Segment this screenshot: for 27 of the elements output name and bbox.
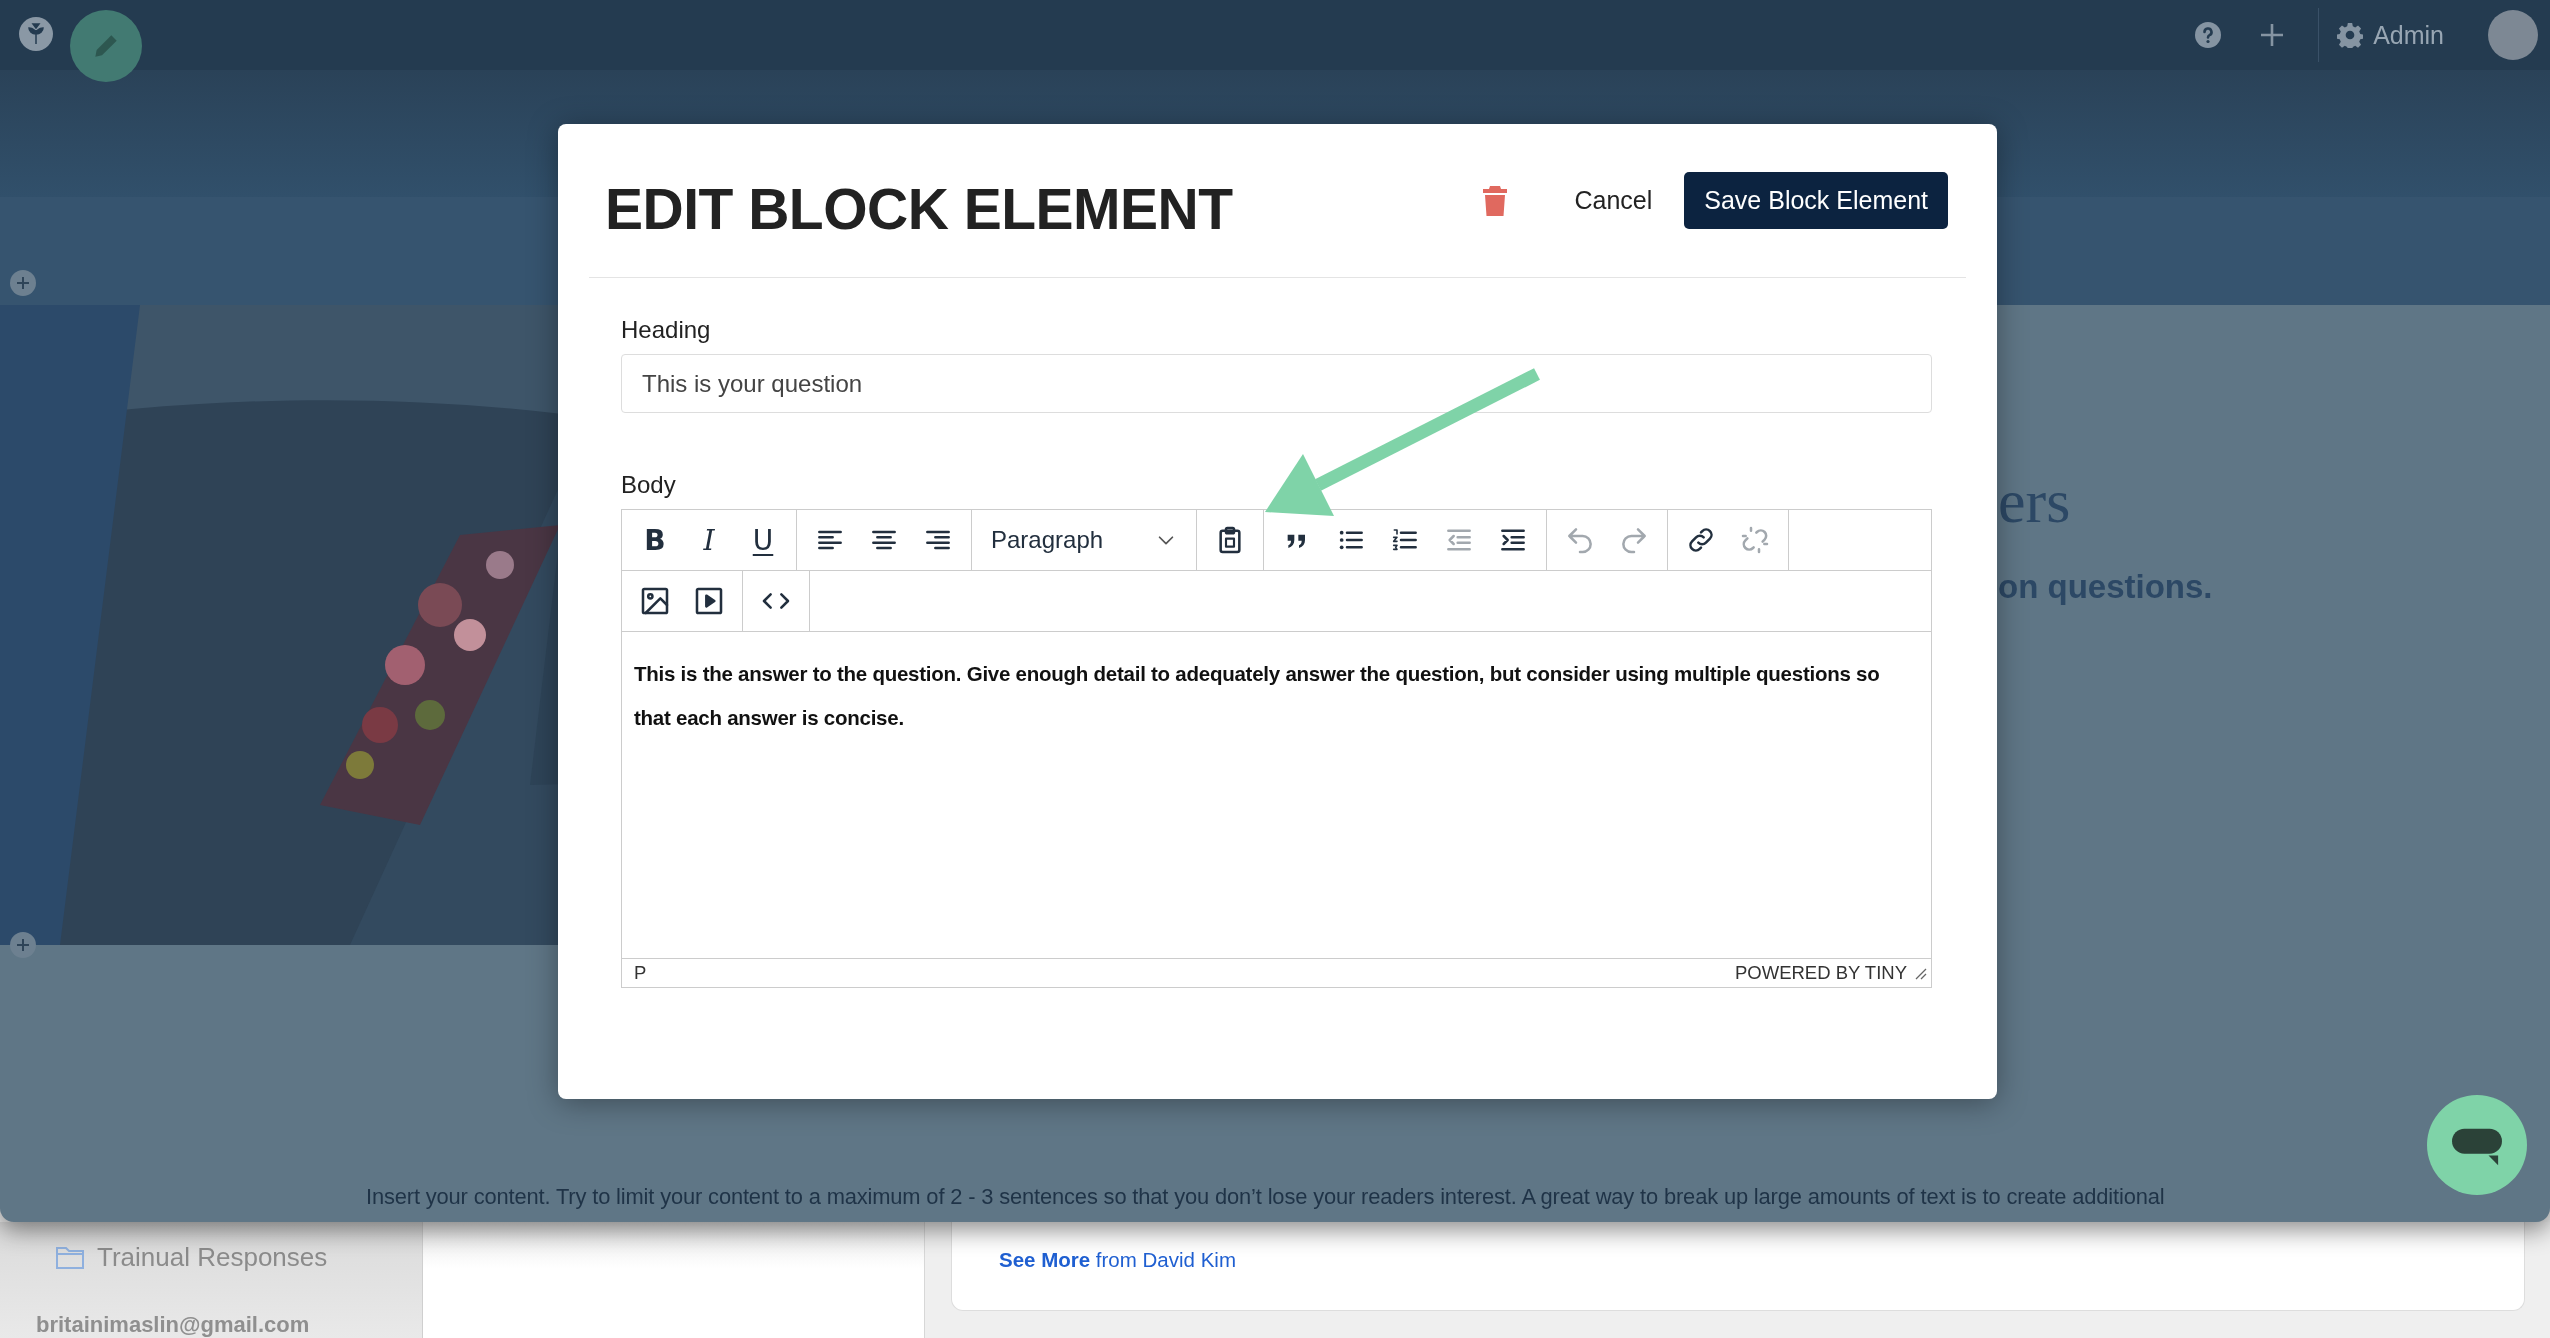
heading-field[interactable]: This is your question	[621, 354, 1932, 413]
admin-menu[interactable]: Admin	[2333, 16, 2448, 54]
underline-button[interactable]: U	[737, 517, 789, 563]
folder-icon	[55, 1244, 85, 1271]
settings-icon	[2337, 22, 2364, 48]
image-icon	[639, 585, 671, 617]
format-dropdown[interactable]: Paragraph	[979, 517, 1189, 563]
branding-link[interactable]: POWERED BY TINY	[1734, 962, 1907, 984]
editor-text: This is the answer to the question. Give enough detail to adequately answer the question, but consider using multiple questions so that each answer is concise.	[633, 661, 1881, 731]
save-button[interactable]: Save Block Element	[1684, 172, 1948, 229]
play-icon	[693, 585, 725, 617]
content-text: Insert your content. Try to limit your content to a maximum of 2 - 3 sentences so that you don’t lose your readers interest. A great way to break up large amounts of text is to create additional	[366, 1184, 2165, 1210]
unlink-icon	[1739, 524, 1771, 556]
italic-button[interactable]: I	[683, 517, 735, 563]
cancel-button[interactable]: Cancel	[1568, 180, 1659, 221]
trash-icon[interactable]	[1482, 184, 1509, 217]
user-email: britainimaslin@gmail.com	[36, 1312, 310, 1338]
see-more-link[interactable]: See More from David Kim	[999, 1248, 1236, 1271]
logo-icon[interactable]	[18, 16, 54, 52]
help-icon[interactable]	[2194, 21, 2223, 49]
field-label: Heading	[621, 316, 712, 344]
field-label: Body	[621, 471, 677, 499]
resize-handle-icon[interactable]	[1913, 966, 1927, 980]
dialog-title: EDIT BLOCK ELEMENT	[605, 175, 1234, 242]
avatar[interactable]	[2488, 10, 2538, 60]
element-path[interactable]: P	[634, 962, 647, 984]
bold-button[interactable]: B	[629, 517, 681, 563]
